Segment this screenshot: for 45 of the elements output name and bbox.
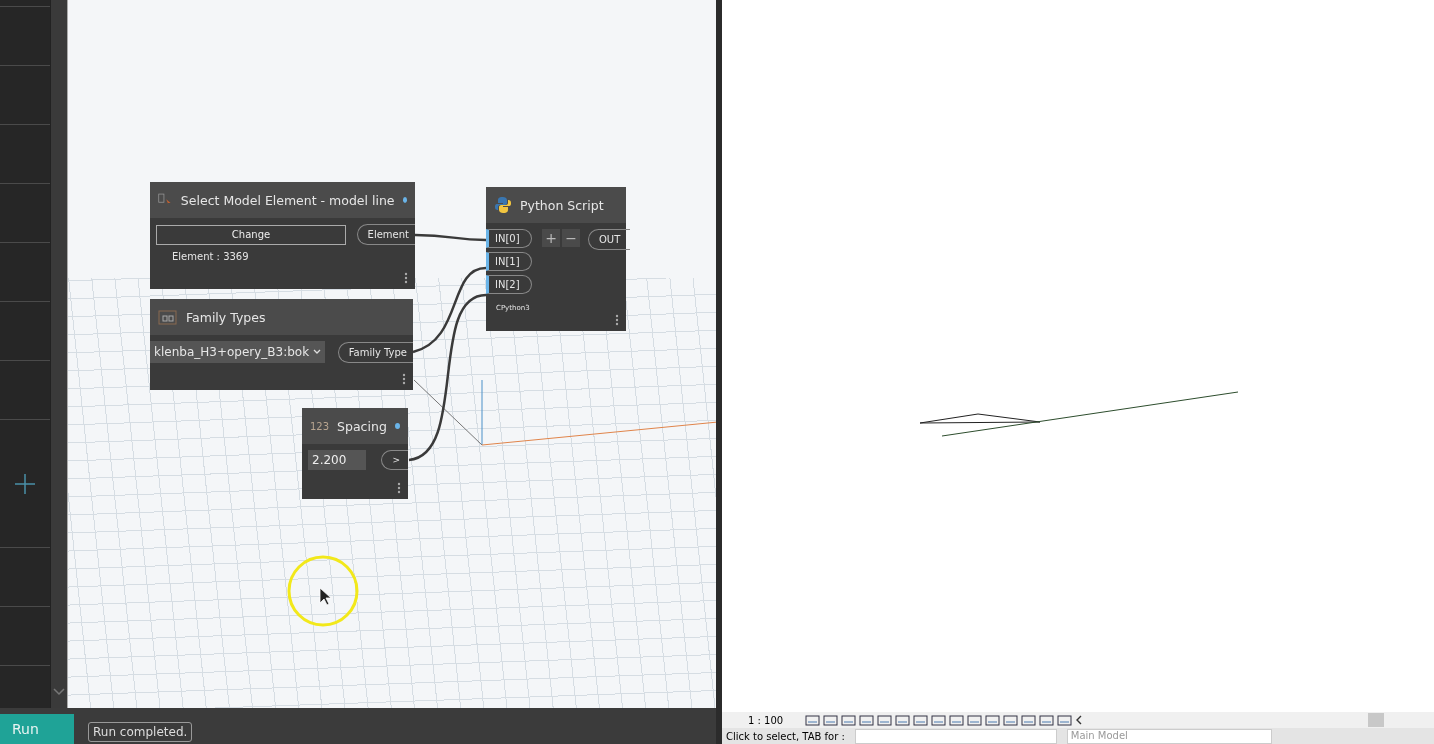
status-text: Click to select, TAB for :: [726, 730, 845, 742]
more-options-icon[interactable]: [404, 272, 408, 284]
list-icon: [158, 308, 178, 326]
view-control-icon[interactable]: [1039, 713, 1056, 727]
node-title: Python Script: [520, 197, 604, 213]
add-input-button[interactable]: +: [542, 229, 560, 247]
view-control-icon[interactable]: [823, 713, 840, 727]
node-card[interactable]: Family Types klenba_H3+opery_B3:bok Family Type: [150, 299, 413, 390]
number-icon-text: 123: [310, 420, 330, 432]
more-options-icon[interactable]: [615, 314, 619, 326]
add-icon[interactable]: [15, 473, 35, 494]
node-card[interactable]: Select Model Element - model line Change Element Element : 3369: [150, 182, 415, 289]
family-type-dropdown[interactable]: klenba_H3+opery_B3:bok: [150, 341, 326, 363]
view-control-icon[interactable]: [859, 713, 876, 727]
cursor-highlight-icon: [286, 554, 360, 628]
view-control-icon[interactable]: [931, 713, 948, 727]
view-control-icon[interactable]: [1003, 713, 1020, 727]
view-control-icon[interactable]: [967, 713, 984, 727]
node-title: Family Types: [186, 309, 266, 325]
view-control-icon[interactable]: [985, 713, 1002, 727]
scrollbar-thumb[interactable]: [1368, 713, 1384, 727]
view-control-icon[interactable]: [841, 713, 858, 727]
chevron-left-icon[interactable]: [1075, 715, 1084, 725]
view-control-icon[interactable]: [805, 713, 822, 727]
python-logo-icon: [494, 196, 512, 214]
view-control-icon[interactable]: [1021, 713, 1038, 727]
node-card[interactable]: 123 Spacing 2.200 >: [302, 408, 408, 499]
remove-input-button[interactable]: −: [562, 229, 580, 247]
view-control-icon[interactable]: [877, 713, 894, 727]
element-info: Element : 3369: [171, 250, 250, 262]
view-scale[interactable]: 1 : 100: [748, 714, 784, 726]
node-title: Spacing: [337, 418, 387, 434]
view-control-icon[interactable]: [913, 713, 930, 727]
more-options-icon[interactable]: [402, 373, 406, 385]
change-button[interactable]: Change: [156, 224, 346, 245]
chevron-down-icon: [313, 349, 322, 355]
chevron-down-icon[interactable]: [53, 688, 65, 696]
more-options-icon[interactable]: [397, 482, 401, 494]
run-status: Run completed.: [88, 722, 193, 742]
workset-field[interactable]: [854, 728, 1057, 744]
wire: [415, 233, 486, 242]
node-title: Select Model Element - model line: [180, 192, 395, 208]
view-control-icon[interactable]: [949, 713, 966, 727]
view-control-icon[interactable]: [895, 713, 912, 727]
number-input-field[interactable]: 2.200: [308, 450, 366, 470]
